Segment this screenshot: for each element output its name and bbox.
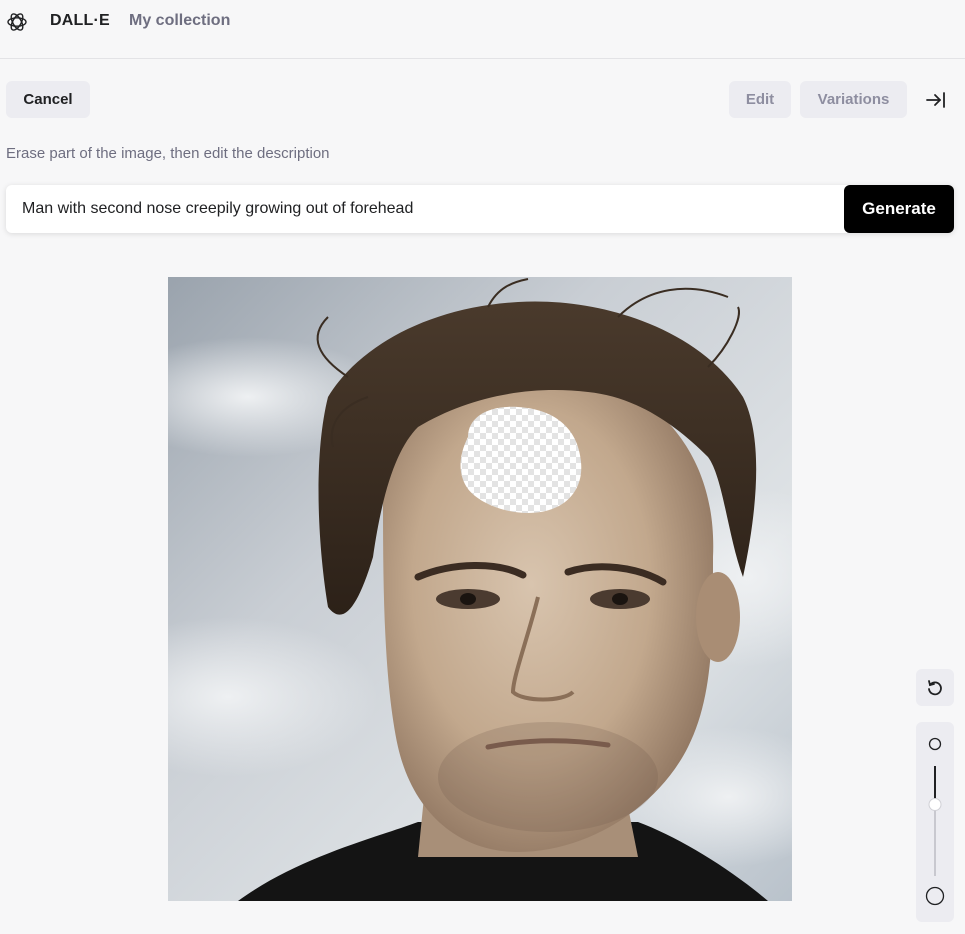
variations-button[interactable]: Variations <box>800 81 907 118</box>
brush-size-track <box>925 737 945 906</box>
edit-hint-text: Erase part of the image, then edit the d… <box>6 145 330 162</box>
brush-size-thumb <box>928 798 942 811</box>
prompt-input[interactable] <box>6 185 844 233</box>
undo-button[interactable] <box>916 669 954 706</box>
brand-title[interactable]: DALL·E <box>50 12 110 30</box>
prompt-bar: Generate <box>6 185 954 233</box>
openai-logo-icon[interactable] <box>5 10 29 34</box>
brush-small-icon <box>928 737 942 751</box>
brush-large-icon <box>925 886 945 906</box>
generate-button[interactable]: Generate <box>844 185 954 233</box>
brush-size-slider[interactable] <box>916 722 954 922</box>
image-canvas[interactable] <box>168 277 792 901</box>
top-bar: DALL·E My collection <box>0 0 965 59</box>
edit-button[interactable]: Edit <box>729 81 791 118</box>
undo-icon <box>928 679 942 695</box>
cancel-button[interactable]: Cancel <box>6 81 90 118</box>
collapse-panel-icon[interactable] <box>925 89 947 111</box>
portrait-image <box>168 277 792 901</box>
my-collection-link[interactable]: My collection <box>129 12 230 30</box>
